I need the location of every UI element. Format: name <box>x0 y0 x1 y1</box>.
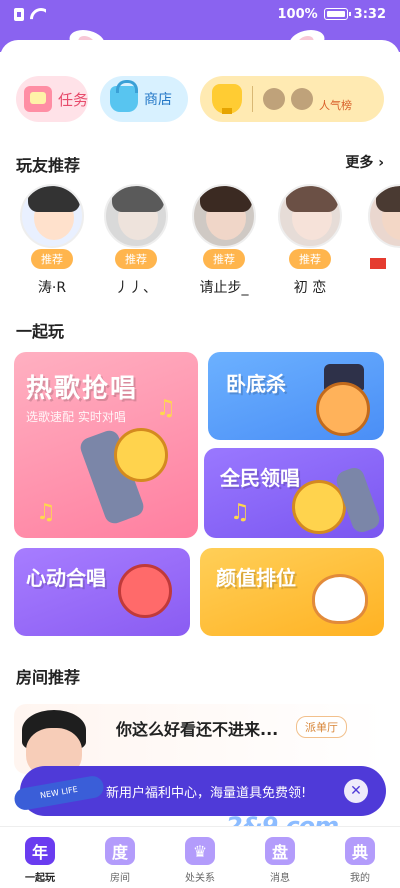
card-title: 卧底杀 <box>226 372 286 396</box>
heart-chorus-card[interactable]: 心动合唱 <box>14 548 190 636</box>
card-title: 热歌抢唱 <box>26 374 139 404</box>
lead-sing-card[interactable]: 全民领唱 ♫ <box>204 448 384 538</box>
nav-tab-rooms[interactable]: 度 房间 <box>80 827 160 888</box>
divider <box>252 86 253 112</box>
avatar <box>104 184 168 248</box>
friend-name: 初 恋 <box>293 280 327 296</box>
nav-label: 消息 <box>270 873 290 884</box>
nav-label: 处关系 <box>185 873 215 884</box>
nav-tab-messages[interactable]: 盘 消息 <box>240 827 320 888</box>
cat-mask-icon <box>312 574 368 624</box>
messages-icon: 盘 <box>265 837 295 865</box>
more-friends-link[interactable]: 更多 › <box>345 152 384 172</box>
friend-card-partial[interactable] <box>356 184 400 273</box>
friends-section-title: 玩友推荐 <box>16 156 81 175</box>
nav-label: 房间 <box>110 873 130 884</box>
friend-name: 涛·R <box>37 280 67 296</box>
task-icon <box>24 86 52 112</box>
friend-card[interactable]: 推荐 初 恋 <box>272 184 348 297</box>
friends-row: 推荐 涛·R 推荐 丿丿、 推荐 请止步_ 推荐 初 恋 <box>0 184 400 297</box>
avatar <box>278 184 342 248</box>
hot-song-card[interactable]: 热歌抢唱 选歌速配 实时对唱 ♫ ♫ <box>14 352 198 538</box>
rooms-icon: 度 <box>105 837 135 865</box>
shop-label: 商店 <box>144 92 172 108</box>
nav-tab-mine[interactable]: 典 我的 <box>320 827 400 888</box>
close-banner-button[interactable]: ✕ <box>344 779 368 803</box>
room-type-badge: 派单厅 <box>296 716 347 738</box>
recommend-tag: 推荐 <box>203 249 245 269</box>
room-title: 你这么好看还不进来... <box>116 720 279 739</box>
spy-mascot-icon <box>316 382 370 436</box>
looks-rank-card[interactable]: 颜值排位 <box>200 548 384 636</box>
recommend-tag: 推荐 <box>115 249 157 269</box>
status-bar: 100% 3:32 <box>0 0 400 28</box>
nav-tab-relationships[interactable]: ♛ 处关系 <box>160 827 240 888</box>
popularity-rank-button[interactable]: 人气榜 <box>200 76 384 122</box>
avatar <box>192 184 256 248</box>
friend-card[interactable]: 推荐 丿丿、 <box>98 184 174 297</box>
trophy-icon <box>212 84 242 114</box>
music-note-icon: ♫ <box>156 396 176 421</box>
card-subtitle: 选歌速配 实时对唱 <box>26 410 126 424</box>
friend-name: 丿丿、 <box>115 280 157 296</box>
recommend-tag: 推荐 <box>289 249 331 269</box>
rank-avatar <box>291 88 313 110</box>
clock: 3:32 <box>353 6 386 22</box>
friend-name: 请止步_ <box>199 280 249 296</box>
nav-label: 一起玩 <box>25 873 55 884</box>
smiley-mascot-icon <box>114 428 168 482</box>
friend-card[interactable]: 推荐 涛·R <box>14 184 90 297</box>
avatar <box>20 184 84 248</box>
card-title: 心动合唱 <box>26 566 106 590</box>
nav-tab-play-together[interactable]: 年 一起玩 <box>0 827 80 888</box>
music-note-icon: ♫ <box>230 500 250 525</box>
recommend-tag: 推荐 <box>31 249 73 269</box>
nav-label: 我的 <box>350 873 370 884</box>
wifi-icon <box>30 8 46 20</box>
undercover-card[interactable]: 卧底杀 <box>208 352 384 440</box>
sim-card-icon <box>14 7 24 21</box>
avatar <box>368 184 400 248</box>
card-title: 全民领唱 <box>220 466 300 490</box>
music-note-icon: ♫ <box>36 500 56 525</box>
trophy-nav-icon: ♛ <box>185 837 215 865</box>
china-flag-icon <box>370 258 386 269</box>
banner-text: 新用户福利中心，海量道具免费领! <box>106 785 307 801</box>
bottom-navigation: 年 一起玩 度 房间 ♛ 处关系 盘 消息 典 我的 <box>0 826 400 888</box>
heart-mascot-icon <box>118 564 172 618</box>
profile-icon: 典 <box>345 837 375 865</box>
battery-icon <box>323 8 351 20</box>
task-label: 任务 <box>58 90 89 109</box>
task-button[interactable]: 任务 <box>16 76 88 122</box>
friend-card[interactable]: 推荐 请止步_ <box>186 184 262 297</box>
room-section-title: 房间推荐 <box>16 668 81 687</box>
rank-label: 人气榜 <box>319 99 352 112</box>
card-title: 颜值排位 <box>216 566 296 590</box>
play-section-title: 一起玩 <box>16 322 65 341</box>
play-together-icon: 年 <box>25 837 55 865</box>
shop-basket-icon <box>110 80 138 112</box>
battery-percent: 100% <box>277 6 318 22</box>
rank-avatar <box>263 88 285 110</box>
shop-button[interactable]: 商店 <box>100 76 188 122</box>
